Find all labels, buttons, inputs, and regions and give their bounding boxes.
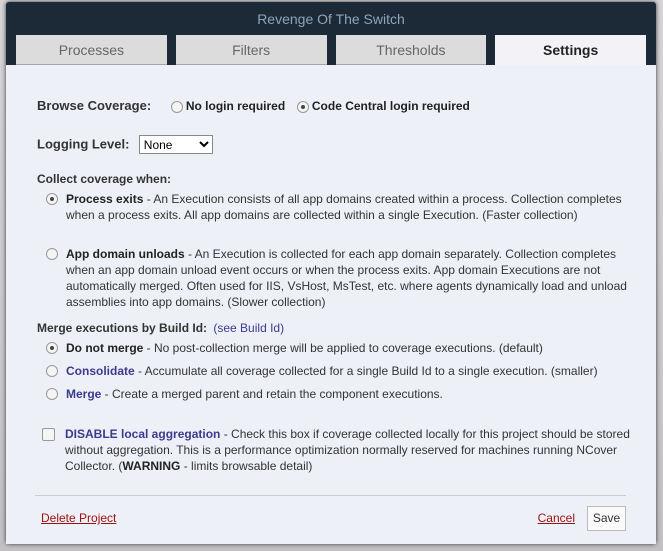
radio-merge[interactable]: Merge - Create a merged parent and retai… [46,386,636,402]
collect-label: Collect coverage when: [37,172,172,186]
logging-level-select[interactable]: None [138,135,213,154]
see-build-id-link[interactable]: (see Build Id) [213,321,284,335]
radio-app-domain-unloads[interactable]: App domain unloads - An Execution is col… [46,246,636,310]
browse-coverage-row: Browse Coverage: No login required Code … [37,98,636,113]
tab-thresholds[interactable]: Thresholds [335,35,487,65]
logging-level-row: Logging Level: None [37,135,636,154]
tab-processes[interactable]: Processes [16,35,167,65]
dialog-title: Revenge Of The Switch [257,11,405,27]
tab-filters[interactable]: Filters [175,35,327,65]
save-button[interactable]: Save [587,506,626,531]
disable-aggregation-row: DISABLE local aggregation - Check this b… [37,426,636,474]
radio-process-exits[interactable]: Process exits - An Execution consists of… [46,191,636,223]
project-settings-dialog: Revenge Of The Switch Processes Filters … [6,2,656,544]
merge-section: Merge executions by Build Id: (see Build… [37,321,636,401]
disable-aggregation-checkbox[interactable] [42,428,55,441]
settings-panel: Browse Coverage: No login required Code … [6,65,656,544]
browse-coverage-label: Browse Coverage: [37,98,152,113]
cancel-link[interactable]: Cancel [538,511,575,525]
collect-section: Collect coverage when: Process exits - A… [37,172,636,309]
delete-project-link[interactable]: Delete Project [41,511,116,525]
radio-code-central-login[interactable]: Code Central login required [296,99,470,113]
radio-consolidate[interactable]: Consolidate - Accumulate all coverage co… [46,363,636,379]
tab-bar: Processes Filters Thresholds Settings [16,35,646,65]
logging-level-label: Logging Level: [37,136,130,152]
radio-no-login[interactable]: No login required [170,99,285,113]
tab-settings[interactable]: Settings [495,35,646,65]
merge-label: Merge executions by Build Id: [37,321,208,335]
radio-do-not-merge[interactable]: Do not merge - No post-collection merge … [46,340,636,356]
footer-divider [35,495,626,496]
